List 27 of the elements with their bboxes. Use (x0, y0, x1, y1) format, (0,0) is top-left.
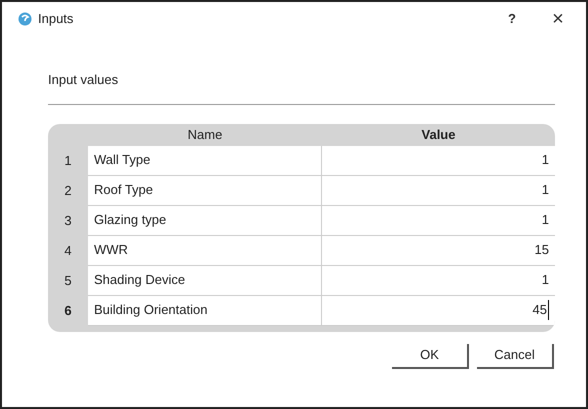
table-cell: Glazing type (88, 206, 322, 236)
row-number: 2 (63, 182, 73, 200)
column-header: Name (186, 126, 224, 144)
table-cell-text: 1 (542, 181, 549, 200)
help-button[interactable]: ? (502, 9, 522, 29)
row-number: 6 (63, 302, 73, 320)
table-cell: WWR (88, 236, 322, 266)
table-cell-text: 1 (542, 151, 549, 170)
table-cell-text: 1 (542, 211, 549, 230)
row-number: 4 (63, 242, 73, 260)
ok-button[interactable]: OK (392, 344, 469, 368)
row-number: 1 (63, 152, 73, 170)
row-number: 3 (63, 212, 73, 230)
column-header: Value (420, 126, 456, 144)
table-cell: Building Orientation (88, 296, 322, 326)
table-cell: Wall Type (88, 146, 322, 176)
window-title: Inputs (38, 10, 74, 28)
table-cell-text: 15 (534, 241, 549, 260)
table-cell: Shading Device (88, 266, 322, 296)
table-cell-text: 1 (542, 271, 549, 290)
close-button[interactable]: × (548, 9, 568, 29)
row-number: 5 (63, 272, 73, 290)
value-input[interactable]: 45 (532, 300, 549, 320)
table-cell: Roof Type (88, 176, 322, 206)
section-label: Input values (48, 71, 118, 89)
cancel-button[interactable]: Cancel (477, 344, 554, 368)
app-icon (18, 12, 32, 26)
